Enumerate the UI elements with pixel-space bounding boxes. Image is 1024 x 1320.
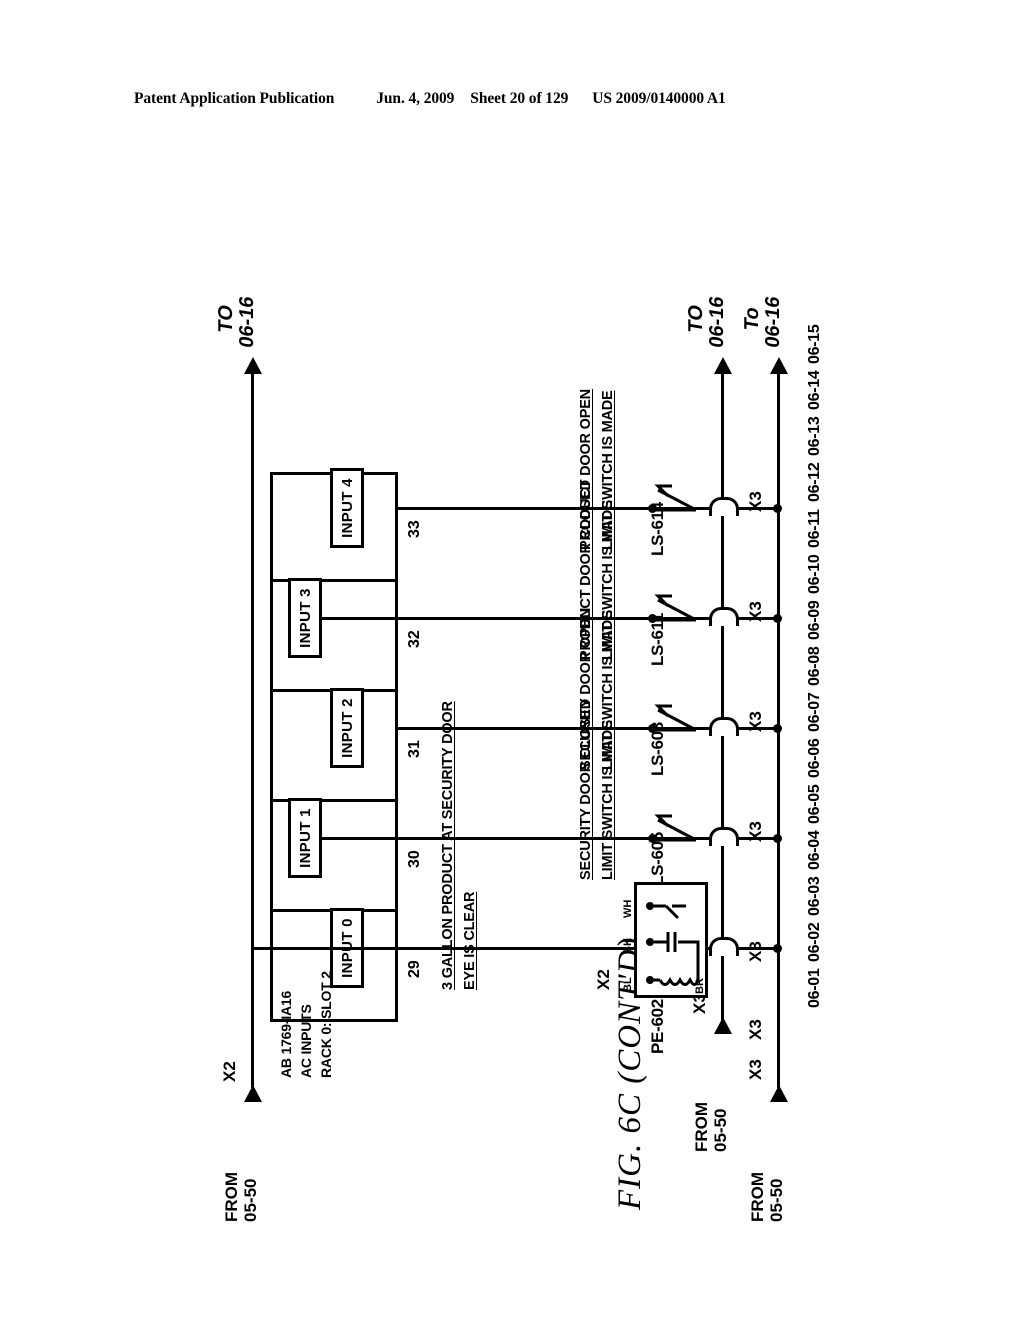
module-label-line1: AB 1769-IA16 <box>278 990 294 1078</box>
rail-node-2 <box>773 724 782 733</box>
from-label-middle: FROM 05-50 <box>692 1101 731 1152</box>
rail-x3a-line <box>721 372 724 1020</box>
figure-6c-contd-drawing: FIG. 6C (CONT'D) FROM 05-50 FROM 05-50 F… <box>182 170 842 1230</box>
arrow-out-x2 <box>244 357 262 374</box>
terminal-number-2: 31 <box>406 740 423 758</box>
row-number-11: 06-12 <box>806 462 823 502</box>
wire-hop-3 <box>709 607 739 626</box>
device-tag-ls-605: LS-605 <box>648 832 667 886</box>
row-number-9: 06-10 <box>806 554 823 594</box>
io-box-input-4[interactable]: INPUT 4 <box>330 468 364 548</box>
patent-number: US 2009/0140000 A1 <box>592 90 726 107</box>
row-number-1: 06-02 <box>806 922 823 962</box>
io-stub-3 <box>322 617 398 620</box>
module-label-line2: AC INPUTS <box>298 1004 314 1078</box>
row-number-12: 06-13 <box>806 416 823 456</box>
row-number-14: 06-15 <box>806 324 823 364</box>
io-box-input-3[interactable]: INPUT 3 <box>288 578 322 658</box>
rail-label-x2: X2 <box>220 1061 239 1082</box>
photoeye-wire-label-brown: BR <box>694 978 706 994</box>
to-label-top: TO 06-16 <box>215 294 258 350</box>
device-tag-ls-611: LS-611 <box>648 612 667 666</box>
rail-node-0 <box>773 944 782 953</box>
rail-label-x3-a: X3 <box>746 1059 765 1080</box>
io-box-input-1[interactable]: INPUT 1 <box>288 798 322 878</box>
wire-hop-4 <box>709 497 739 516</box>
wire-hop-0 <box>709 937 739 956</box>
terminal-number-0: 29 <box>406 960 423 978</box>
io-box-input-2[interactable]: INPUT 2 <box>330 688 364 768</box>
to-label-middle: TO 06-16 <box>685 294 728 350</box>
rung-rail-label-0: X3 <box>746 941 765 962</box>
terminal-number-3: 32 <box>406 630 423 648</box>
photoeye-rail-tap-x2: X2 <box>594 969 613 990</box>
from-label-bottom: FROM 05-50 <box>748 1171 787 1222</box>
device-tag-ls-608: LS-608 <box>648 722 667 776</box>
rail-node-1 <box>773 834 782 843</box>
row-number-7: 06-08 <box>806 646 823 686</box>
publication-date: Jun. 4, 2009 <box>376 90 455 107</box>
row-number-13: 06-14 <box>806 370 823 410</box>
row-number-10: 06-11 <box>806 509 823 548</box>
row-number-8: 06-09 <box>806 600 823 640</box>
rung-description-4-line2: LIMIT SWITCH IS MADE <box>600 390 616 550</box>
wire-hop-1 <box>709 827 739 846</box>
rung-description-0-line2: EYE IS CLEAR <box>462 891 478 990</box>
publication-title: Patent Application Publication <box>134 90 335 107</box>
arrow-out-x3a <box>714 357 732 374</box>
photoeye-feed-from-x2 <box>251 947 636 950</box>
photoeye-device-tag: PE-602 <box>648 999 667 1054</box>
terminal-number-4: 33 <box>406 520 423 538</box>
io-stub-1 <box>322 837 398 840</box>
rung-description-4-line1: PRODUCT DOOR OPEN <box>578 389 594 550</box>
rail-node-4 <box>773 504 782 513</box>
row-number-4: 06-05 <box>806 784 823 824</box>
rail-label-x3-b: X3 <box>746 1019 765 1040</box>
row-number-6: 06-07 <box>806 692 823 732</box>
rail-node-3 <box>773 614 782 623</box>
publication-header: Patent Application Publication Jun. 4, 2… <box>0 84 1024 114</box>
row-number-3: 06-04 <box>806 830 823 870</box>
to-label-bottom: To 06-16 <box>741 294 784 350</box>
terminal-number-1: 30 <box>406 850 423 868</box>
from-label-top: FROM 05-50 <box>222 1171 261 1222</box>
row-number-0: 06-01 <box>806 968 823 1008</box>
row-number-2: 06-03 <box>806 876 823 916</box>
sheet-number: Sheet 20 of 129 <box>470 90 569 107</box>
photoeye-wire-label-blue: BL <box>622 977 634 992</box>
arrow-out-x3 <box>770 357 788 374</box>
rail-x2-line <box>251 372 254 1088</box>
wire-hop-2 <box>709 717 739 736</box>
row-number-5: 06-06 <box>806 738 823 778</box>
device-tag-ls-614: LS-614 <box>648 502 667 556</box>
photoeye-wire-label-white: WH <box>622 899 634 918</box>
